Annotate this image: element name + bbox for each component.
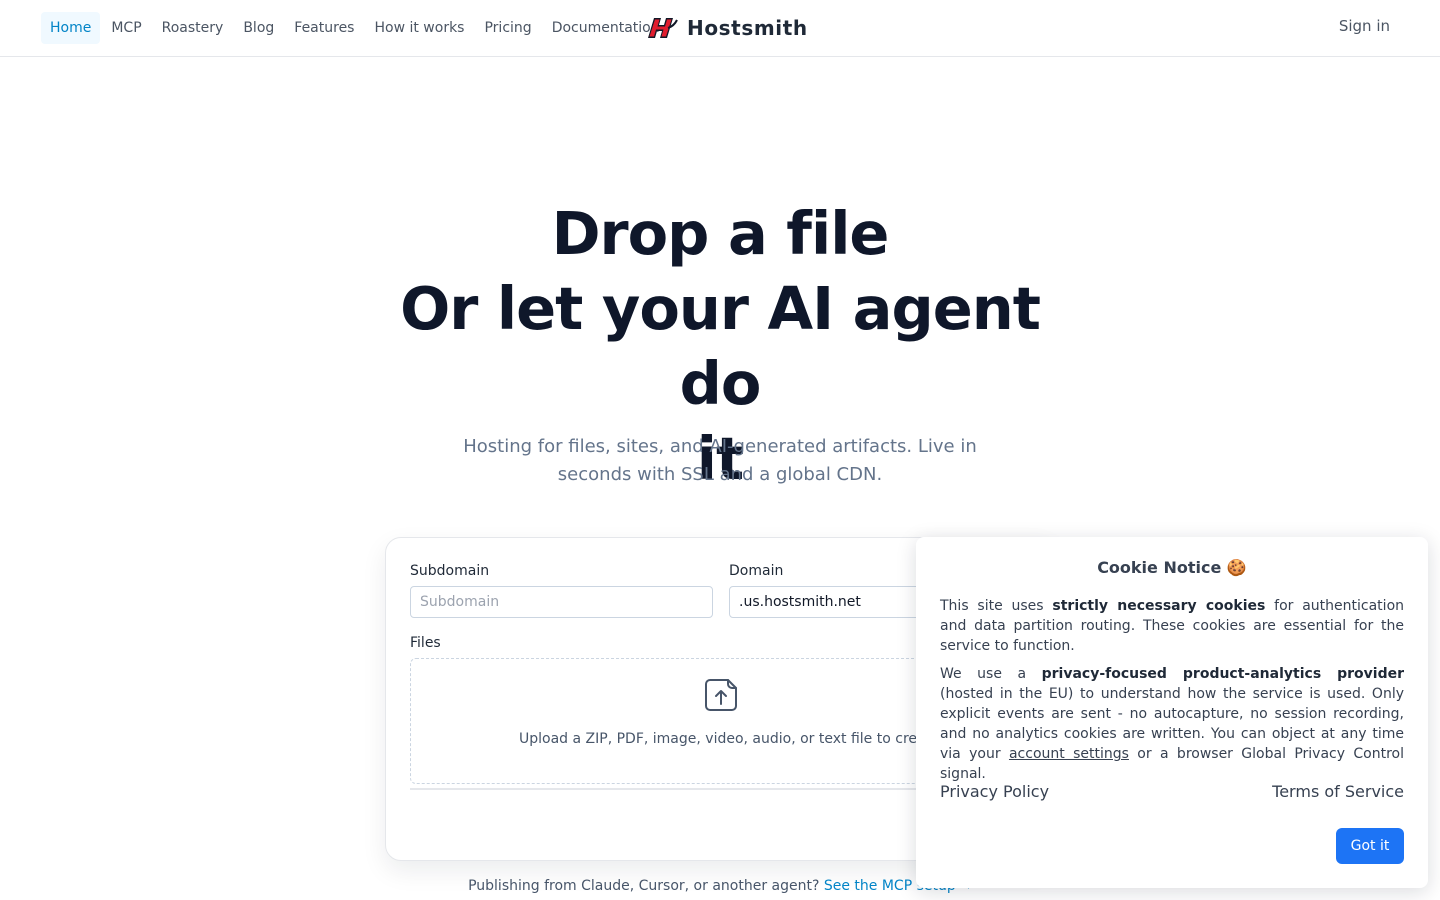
nav-roastery[interactable]: Roastery [153, 12, 233, 44]
nav-home[interactable]: Home [41, 12, 101, 44]
hero-subtitle: Hosting for files, sites, and AI-generat… [463, 436, 977, 485]
cookie-text-strong: privacy-focused product-analytics provid… [1041, 666, 1404, 682]
nav-mcp[interactable]: MCP [102, 12, 150, 44]
terms-of-service-link[interactable]: Terms of Service [1272, 782, 1404, 801]
hero-title-line-2: Or let your AI agent do [400, 274, 1041, 418]
cookie-got-it-button[interactable]: Got it [1336, 828, 1404, 864]
hero-title-line-1: Drop a file [551, 199, 890, 268]
file-upload-icon [702, 676, 740, 714]
cookie-paragraph-analytics: We use a privacy-focused product-analyti… [940, 664, 1404, 784]
hs-logo-icon [648, 16, 678, 40]
subdomain-label: Subdomain [410, 563, 490, 579]
cookie-paragraph-necessary: This site uses strictly necessary cookie… [940, 596, 1404, 656]
domain-label: Domain [729, 563, 784, 579]
cookie-notice: Cookie Notice 🍪 This site uses strictly … [916, 537, 1428, 888]
privacy-policy-link[interactable]: Privacy Policy [940, 782, 1049, 801]
account-settings-link[interactable]: account settings [1009, 746, 1129, 762]
nav-features[interactable]: Features [285, 12, 363, 44]
cookie-text: We use a [940, 666, 1042, 682]
nav-pricing[interactable]: Pricing [475, 12, 540, 44]
brand-name: Hostsmith [687, 16, 808, 40]
cookie-text-strong: strictly necessary cookies [1052, 598, 1266, 614]
subdomain-input[interactable] [410, 586, 713, 618]
nav-blog[interactable]: Blog [234, 12, 283, 44]
sign-in-link[interactable]: Sign in [1339, 17, 1390, 35]
files-label: Files [410, 635, 441, 651]
top-nav-bar: Home MCP Roastery Blog Features How it w… [0, 0, 1440, 57]
main-nav: Home MCP Roastery Blog Features How it w… [41, 12, 669, 44]
nav-how-it-works[interactable]: How it works [365, 12, 473, 44]
cookie-text: This site uses [940, 598, 1053, 614]
cookie-title: Cookie Notice 🍪 [1097, 558, 1247, 577]
brand-home-link[interactable]: Hostsmith [648, 14, 808, 42]
mcp-hint-text: Publishing from Claude, Cursor, or anoth… [468, 878, 820, 894]
